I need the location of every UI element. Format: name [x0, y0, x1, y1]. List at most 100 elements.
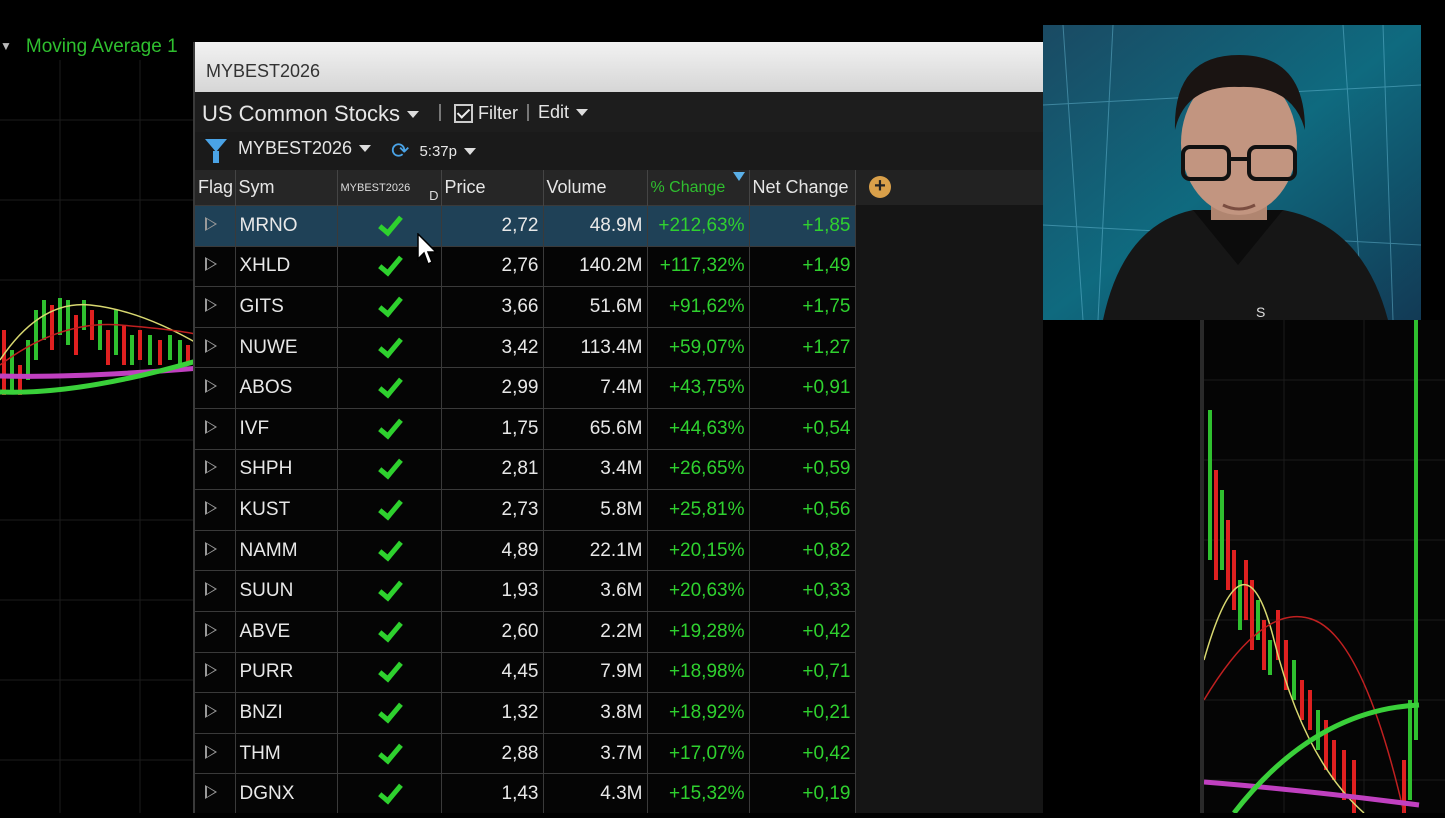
column-header-price[interactable]: Price [441, 170, 544, 206]
table-row[interactable]: IVF 1,75 65.6M +44,63% +0,54 [195, 407, 856, 450]
scan-match-cell [337, 367, 442, 409]
flag-icon[interactable] [205, 744, 217, 759]
flag-icon[interactable] [205, 622, 217, 637]
flag-icon[interactable] [205, 297, 217, 312]
table-row[interactable]: PURR 4,45 7.9M +18,98% +0,71 [195, 651, 856, 693]
volume-cell: 4.3M [543, 773, 648, 813]
flag-icon [195, 448, 236, 490]
price-cell: 3,66 [441, 286, 544, 328]
checkmark-icon [375, 377, 403, 399]
net-change-cell: +0,42 [749, 610, 856, 653]
flag-icon [195, 529, 236, 571]
symbol-cell: KUST [235, 489, 338, 531]
price-cell: 3,42 [441, 326, 544, 368]
chart-candles [1203, 320, 1445, 815]
column-header-net-change[interactable]: Net Change [749, 170, 856, 206]
mouse-cursor-icon [417, 233, 438, 266]
presenter-image: S [1043, 25, 1421, 320]
pct-change-cell: +26,65% [647, 448, 750, 490]
table-row[interactable]: XHLD 2,76 140.2M +117,32% +1,49 [195, 245, 856, 287]
table-row[interactable]: BNZI 1,32 3.8M +18,92% +0,21 [195, 692, 856, 734]
add-column-icon[interactable]: + [869, 176, 891, 198]
scan-match-cell [337, 286, 442, 328]
flag-icon[interactable] [205, 216, 217, 231]
table-row[interactable]: GITS 3,66 51.6M +91,62% +1,75 [195, 286, 856, 328]
flag-icon[interactable] [205, 703, 217, 718]
column-header-scan[interactable]: MYBEST2026 D [337, 170, 442, 206]
scan-match-cell [337, 407, 442, 450]
volume-cell: 3.6M [543, 570, 648, 612]
flag-icon [195, 610, 236, 653]
table-row[interactable]: NAMM 4,89 22.1M +20,15% +0,82 [195, 529, 856, 571]
flag-icon [195, 570, 236, 612]
table-row[interactable]: KUST 2,73 5.8M +25,81% +0,56 [195, 489, 856, 531]
indicator-label[interactable]: ▼ Moving Average 1 [0, 36, 178, 58]
flag-icon[interactable] [205, 785, 217, 800]
filter-toggle[interactable]: Filter [454, 103, 518, 124]
scan-name-dropdown[interactable]: MYBEST2026 [238, 138, 372, 159]
flag-icon [195, 651, 236, 693]
svg-text:S: S [1256, 304, 1265, 320]
checkmark-icon [375, 499, 403, 521]
universe-dropdown[interactable]: US Common Stocks [202, 101, 420, 127]
net-change-cell: +0,71 [749, 651, 856, 693]
column-header-flag[interactable]: Flag [195, 170, 236, 206]
flag-icon[interactable] [205, 500, 217, 515]
price-cell: 2,73 [441, 489, 544, 531]
net-change-cell: +0,82 [749, 529, 856, 571]
flag-icon[interactable] [205, 460, 217, 475]
volume-cell: 7.4M [543, 367, 648, 409]
refresh-control[interactable]: ⟳ 5:37p [391, 138, 476, 164]
table-row[interactable]: ABOS 2,99 7.4M +43,75% +0,91 [195, 367, 856, 409]
checkmark-icon [375, 580, 403, 602]
caret-down-icon [463, 147, 476, 155]
symbol-cell: IVF [235, 407, 338, 450]
pct-change-cell: +44,63% [647, 407, 750, 450]
scan-match-cell [337, 692, 442, 734]
flag-icon[interactable] [205, 663, 217, 678]
scan-match-cell [337, 651, 442, 693]
filter-label: Filter [478, 103, 518, 123]
flag-icon[interactable] [205, 541, 217, 556]
symbol-cell: SHPH [235, 448, 338, 490]
checkmark-icon [375, 215, 403, 237]
flag-icon[interactable] [205, 419, 217, 434]
table-row[interactable]: NUWE 3,42 113.4M +59,07% +1,27 [195, 326, 856, 368]
window-titlebar[interactable]: MYBEST2026 [195, 42, 1043, 92]
column-header-pct-change[interactable]: % Change [647, 170, 750, 206]
sort-descending-icon [732, 172, 745, 181]
column-header-volume[interactable]: Volume [543, 170, 648, 206]
pct-change-cell: +17,07% [647, 732, 750, 774]
flag-icon[interactable] [205, 582, 217, 597]
volume-cell: 48.9M [543, 205, 648, 247]
price-cell: 4,45 [441, 651, 544, 693]
table-row[interactable]: SHPH 2,81 3.4M +26,65% +0,59 [195, 448, 856, 490]
checkbox-checked-icon[interactable] [454, 104, 473, 123]
table-row[interactable]: MRNO 2,72 48.9M +212,63% +1,85 [195, 205, 856, 247]
pct-change-cell: +15,32% [647, 773, 750, 813]
volume-cell: 22.1M [543, 529, 648, 571]
pct-change-cell: +117,32% [647, 245, 750, 287]
filter-funnel-icon[interactable] [205, 139, 227, 163]
column-header-sym[interactable]: Sym [235, 170, 338, 206]
scan-match-cell [337, 326, 442, 368]
table-row[interactable]: SUUN 1,93 3.6M +20,63% +0,33 [195, 570, 856, 612]
symbol-cell: PURR [235, 651, 338, 693]
pct-change-cell: +19,28% [647, 610, 750, 653]
volume-cell: 51.6M [543, 286, 648, 328]
flag-icon [195, 407, 236, 450]
dropdown-arrow-icon[interactable]: ▼ [0, 39, 12, 53]
edit-menu[interactable]: Edit [538, 102, 589, 123]
net-change-cell: +0,21 [749, 692, 856, 734]
price-cell: 4,89 [441, 529, 544, 571]
table-row[interactable]: ABVE 2,60 2.2M +19,28% +0,42 [195, 610, 856, 653]
pct-change-cell: +20,15% [647, 529, 750, 571]
table-row[interactable]: THM 2,88 3.7M +17,07% +0,42 [195, 732, 856, 774]
flag-icon[interactable] [205, 338, 217, 353]
refresh-icon[interactable]: ⟳ [391, 138, 409, 164]
flag-icon[interactable] [205, 257, 217, 272]
pct-change-cell: +59,07% [647, 326, 750, 368]
price-cell: 1,32 [441, 692, 544, 734]
flag-icon[interactable] [205, 379, 217, 394]
table-row[interactable]: DGNX 1,43 4.3M +15,32% +0,19 [195, 773, 856, 813]
